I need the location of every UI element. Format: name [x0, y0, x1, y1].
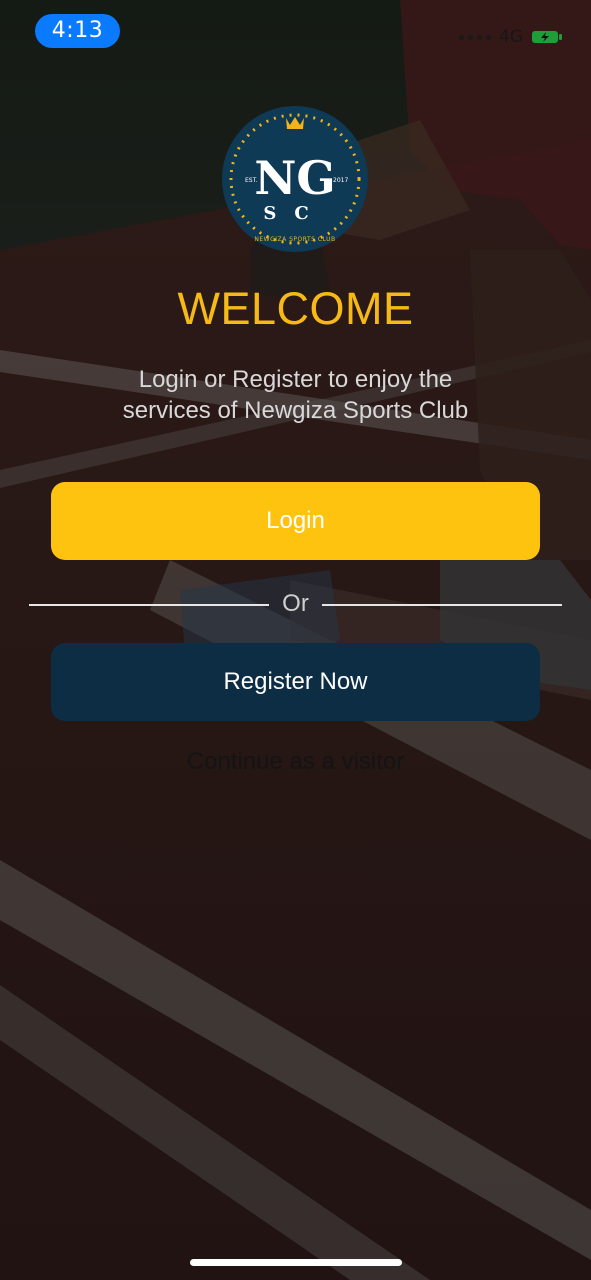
battery-charging-icon — [532, 31, 562, 43]
or-divider: Or — [29, 588, 562, 620]
status-time: 4:13 — [35, 14, 120, 48]
welcome-title: WELCOME — [177, 283, 414, 334]
signal-dots-icon — [459, 34, 491, 40]
home-indicator[interactable] — [190, 1259, 402, 1266]
logo-ring-text: NEWGIZA SPORTS CLUB — [254, 236, 335, 243]
divider-line-right — [322, 604, 562, 606]
login-button-label: Login — [266, 507, 325, 534]
register-now-button[interactable]: Register Now — [51, 643, 540, 721]
continue-as-visitor-link[interactable]: Continue as a visitor — [0, 748, 591, 776]
logo-monogram-bottom: SC — [263, 203, 326, 224]
login-button[interactable]: Login — [51, 482, 540, 560]
divider-line-left — [29, 604, 269, 606]
status-icons: 4G — [459, 22, 563, 52]
welcome-subtitle: Login or Register to enjoy the services … — [122, 366, 469, 424]
welcome-screen: 4:13 4G NG SC EST. 2017 NEWGIZA SPORTS C… — [0, 0, 591, 1280]
logo-est-label: EST. — [245, 177, 258, 184]
divider-label: Or — [282, 590, 309, 617]
logo-monogram-top: NG — [254, 151, 335, 205]
register-button-label: Register Now — [223, 668, 368, 695]
network-type: 4G — [499, 27, 523, 47]
newgiza-sports-club-logo: NG SC EST. 2017 NEWGIZA SPORTS CLUB — [222, 106, 368, 252]
logo-est-year: 2017 — [333, 177, 348, 184]
